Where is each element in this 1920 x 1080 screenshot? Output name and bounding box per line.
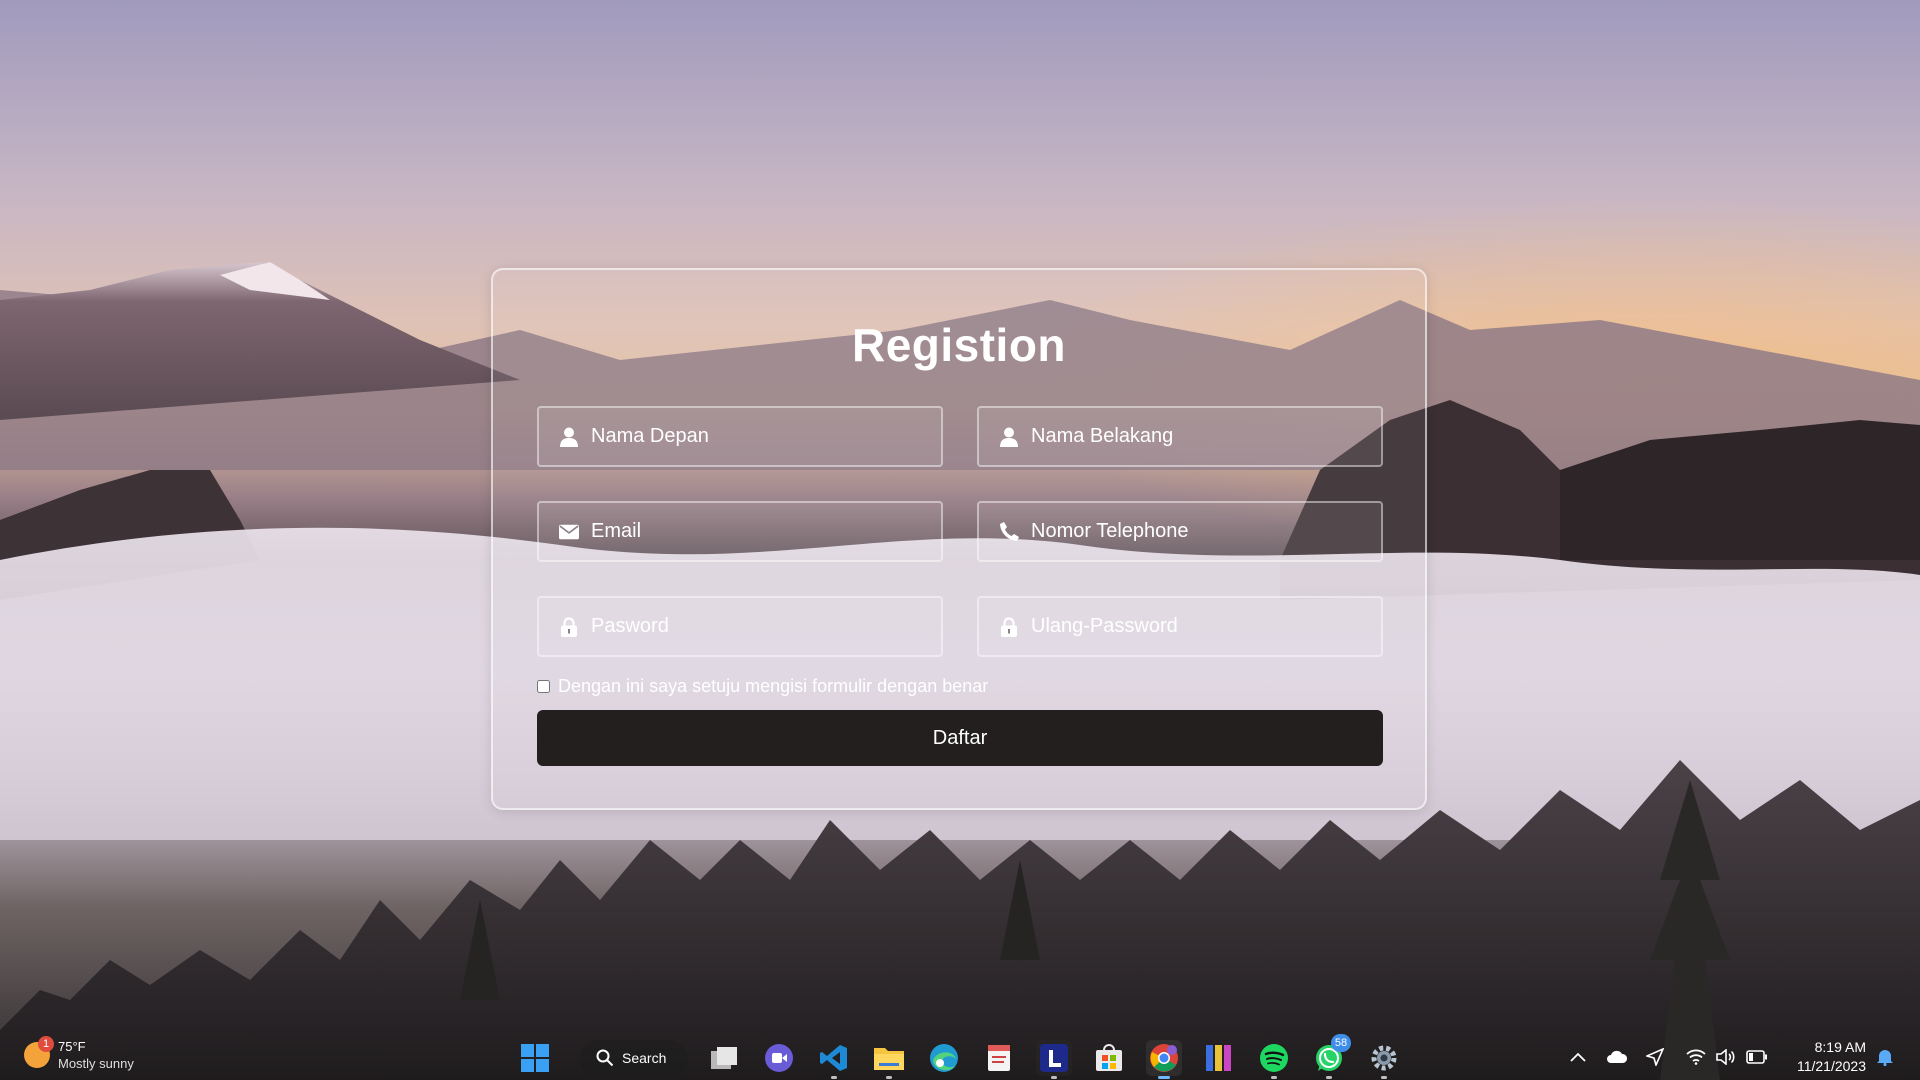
password-input[interactable] — [591, 615, 921, 638]
folder-icon — [874, 1048, 904, 1070]
volume-button[interactable] — [1716, 1046, 1736, 1068]
location-button[interactable] — [1646, 1046, 1664, 1068]
agree-checkbox[interactable] — [537, 680, 550, 693]
settings-icon — [1371, 1045, 1397, 1071]
chrome-button[interactable] — [1146, 1040, 1182, 1079]
weather-sun-icon: 1 — [24, 1036, 54, 1068]
registration-card: Registion Den — [491, 268, 1427, 810]
register-button[interactable]: Daftar — [537, 710, 1383, 766]
notes-icon — [988, 1045, 1010, 1071]
chrome-icon — [1150, 1044, 1178, 1072]
clock-date: 11/21/2023 — [1796, 1058, 1866, 1074]
phone-field[interactable] — [977, 501, 1383, 562]
weather-widget[interactable]: 1 75°F Mostly sunny — [24, 1036, 134, 1072]
battery-button[interactable] — [1746, 1046, 1768, 1068]
notes-app-button[interactable] — [981, 1040, 1017, 1076]
whatsapp-button[interactable]: 58 — [1311, 1034, 1351, 1079]
battery-icon — [1746, 1050, 1767, 1064]
onedrive-button[interactable] — [1606, 1046, 1628, 1068]
search-icon — [596, 1049, 614, 1067]
notifications-button[interactable] — [1876, 1046, 1894, 1068]
search-label: Search — [622, 1050, 667, 1066]
l-app-icon — [1040, 1044, 1068, 1072]
whatsapp-unread-badge: 58 — [1331, 1034, 1351, 1052]
windows-logo-icon — [521, 1044, 549, 1072]
books-icon — [1206, 1045, 1231, 1071]
user-icon — [559, 427, 579, 447]
speaker-icon — [1716, 1049, 1735, 1065]
location-arrow-icon — [1646, 1048, 1664, 1066]
lock-icon — [559, 616, 579, 637]
wifi-icon — [1686, 1049, 1706, 1065]
taskbar: 1 75°F Mostly sunny Search 58 8:19 AM 11… — [0, 1032, 1920, 1080]
settings-button[interactable] — [1366, 1040, 1402, 1079]
edge-icon — [930, 1044, 958, 1072]
envelope-icon — [559, 522, 579, 542]
system-clock[interactable]: 8:19 AM 11/21/2023 — [1786, 1038, 1866, 1076]
chevron-up-icon — [1570, 1052, 1586, 1062]
agree-label: Dengan ini saya setuju mengisi formulir … — [558, 676, 989, 696]
lock-icon — [999, 616, 1019, 637]
email-field[interactable] — [537, 501, 943, 562]
l-app-button[interactable] — [1036, 1040, 1072, 1079]
first-name-field[interactable] — [537, 406, 943, 467]
last-name-field[interactable] — [977, 406, 1383, 467]
edge-button[interactable] — [926, 1040, 962, 1076]
agree-row[interactable]: Dengan ini saya setuju mengisi formulir … — [537, 676, 988, 697]
books-app-button[interactable] — [1201, 1040, 1237, 1076]
form-title: Registion — [851, 319, 1067, 371]
video-call-icon — [765, 1044, 793, 1072]
email-input[interactable] — [591, 520, 921, 543]
bell-icon — [1877, 1050, 1893, 1066]
task-view-button[interactable] — [706, 1040, 742, 1076]
vscode-icon — [820, 1045, 847, 1071]
last-name-input[interactable] — [1031, 425, 1361, 448]
spotify-icon — [1260, 1044, 1288, 1072]
confirm-password-field[interactable] — [977, 596, 1383, 657]
phone-icon — [999, 522, 1019, 542]
taskbar-search[interactable]: Search — [580, 1040, 688, 1076]
store-icon — [1096, 1044, 1122, 1071]
confirm-password-input[interactable] — [1031, 615, 1361, 638]
store-button[interactable] — [1091, 1040, 1127, 1076]
vscode-button[interactable] — [816, 1040, 852, 1079]
wifi-button[interactable] — [1686, 1046, 1706, 1068]
cloud-icon — [1607, 1050, 1628, 1063]
spotify-button[interactable] — [1256, 1040, 1292, 1079]
file-explorer-button[interactable] — [871, 1040, 907, 1079]
start-button[interactable] — [517, 1040, 553, 1076]
phone-input[interactable] — [1031, 520, 1361, 543]
tray-overflow-button[interactable] — [1570, 1046, 1586, 1068]
user-icon — [999, 427, 1019, 447]
first-name-input[interactable] — [591, 425, 921, 448]
clock-time: 8:19 AM — [1814, 1039, 1866, 1055]
password-field[interactable] — [537, 596, 943, 657]
task-view-icon — [711, 1047, 737, 1069]
weather-temp: 75°F — [58, 1039, 86, 1054]
video-call-button[interactable] — [761, 1040, 797, 1076]
weather-badge: 1 — [38, 1036, 54, 1052]
weather-condition: Mostly sunny — [58, 1056, 134, 1071]
